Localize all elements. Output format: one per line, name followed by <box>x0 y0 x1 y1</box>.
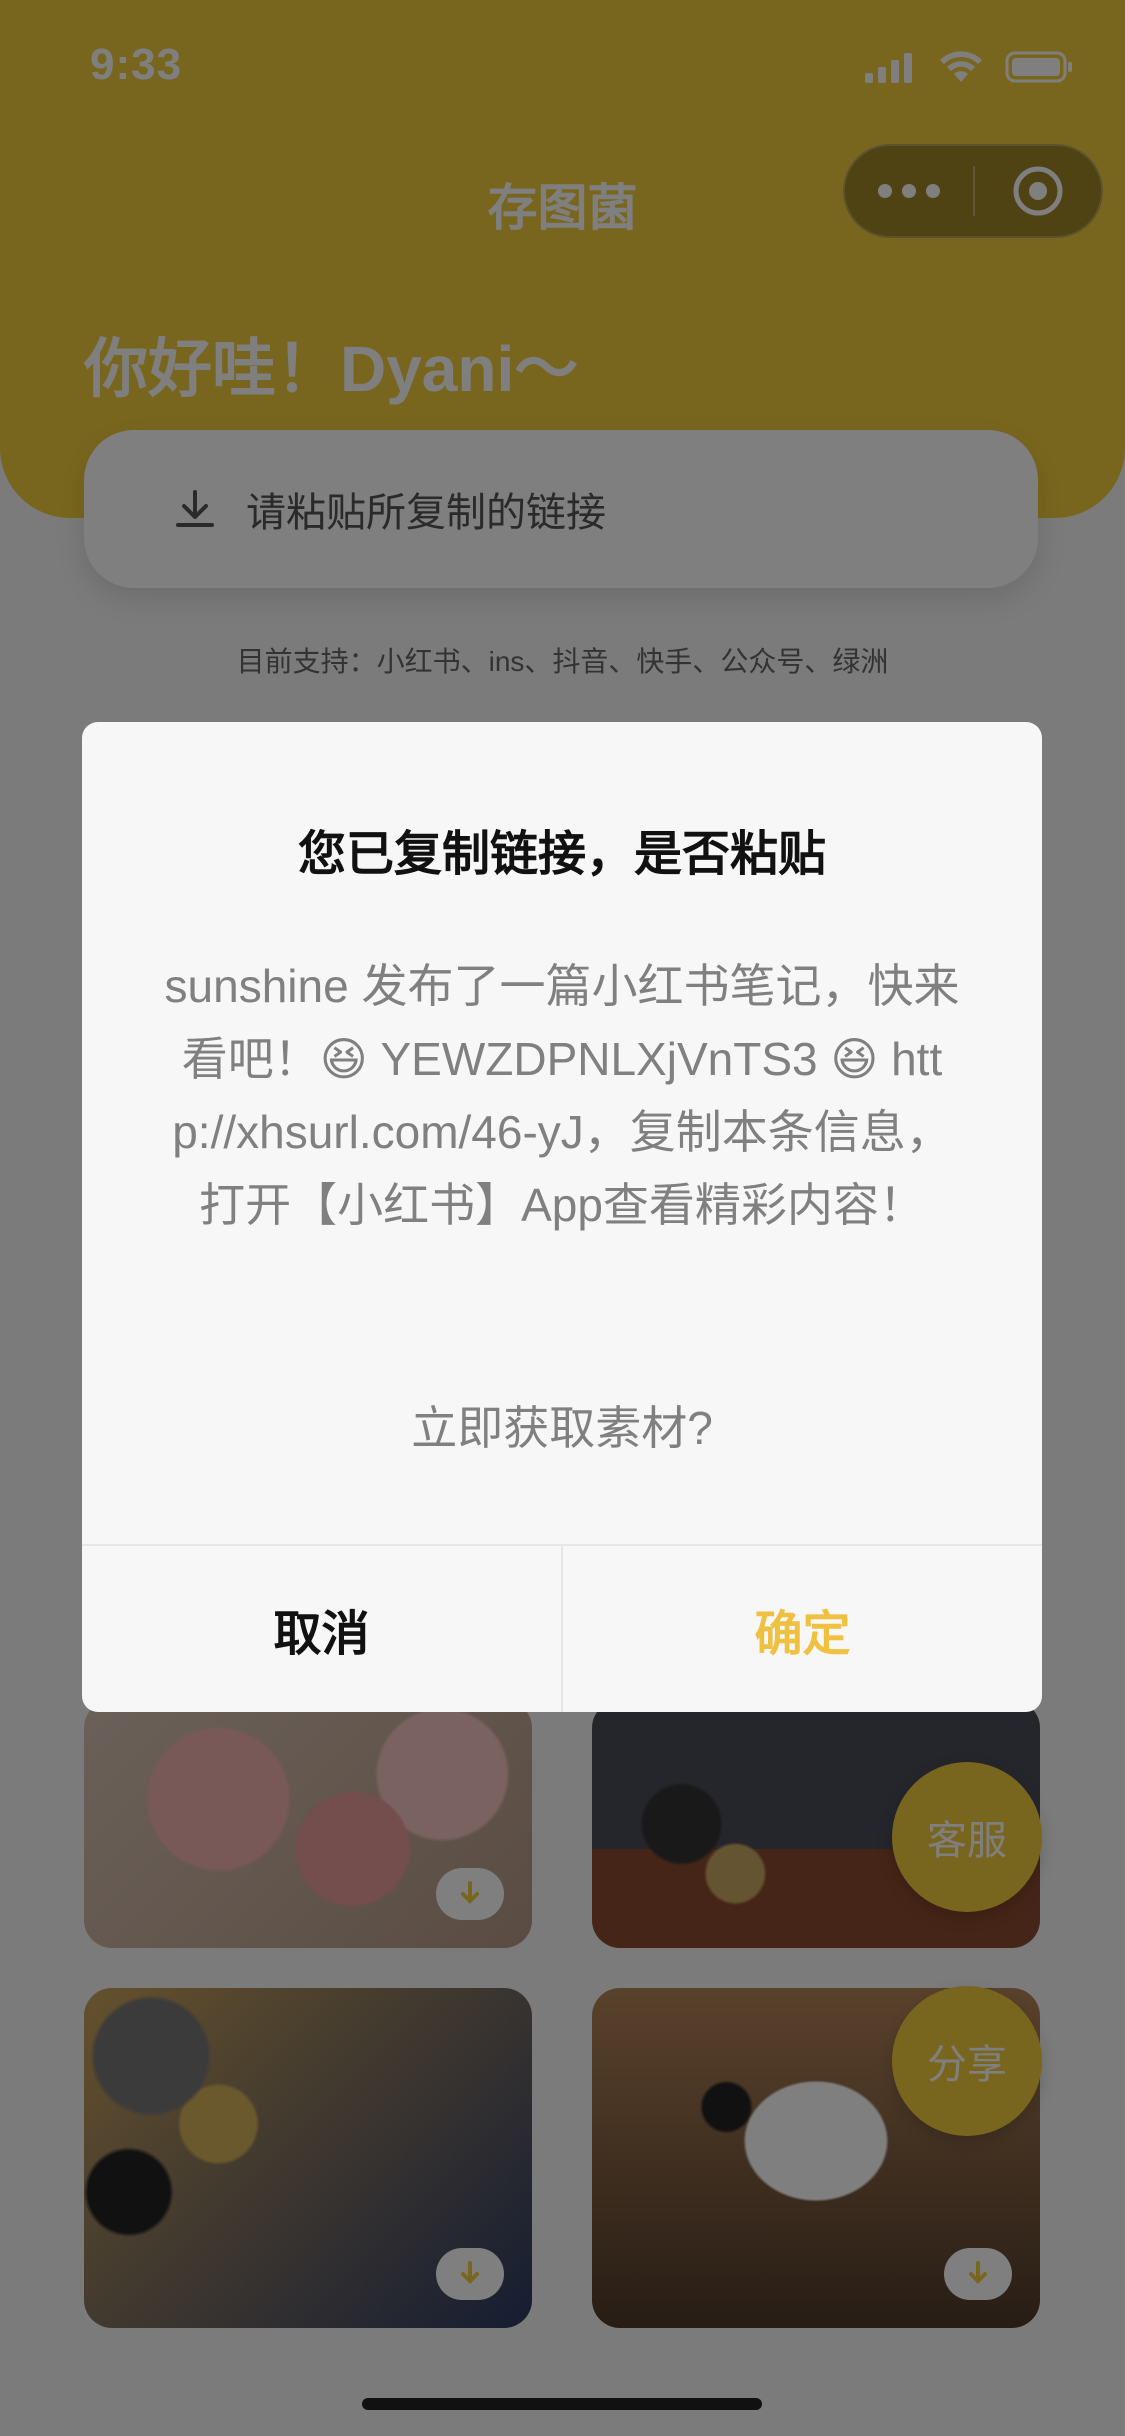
dialog-body: sunshine 发布了一篇小红书笔记，快来看吧！😆 YEWZDPNLXjVnT… <box>164 960 960 1231</box>
dialog-title: 您已复制链接，是否粘贴 <box>297 828 826 881</box>
paste-confirm-dialog: 您已复制链接，是否粘贴 sunshine 发布了一篇小红书笔记，快来看吧！😆 Y… <box>82 722 1042 1712</box>
dialog-buttons: 取消 确定 <box>82 1544 1042 1712</box>
home-indicator[interactable] <box>362 2398 762 2410</box>
confirm-button[interactable]: 确定 <box>563 1546 1042 1712</box>
cancel-button[interactable]: 取消 <box>82 1546 563 1712</box>
dialog-question: 立即获取素材? <box>411 1402 713 1454</box>
